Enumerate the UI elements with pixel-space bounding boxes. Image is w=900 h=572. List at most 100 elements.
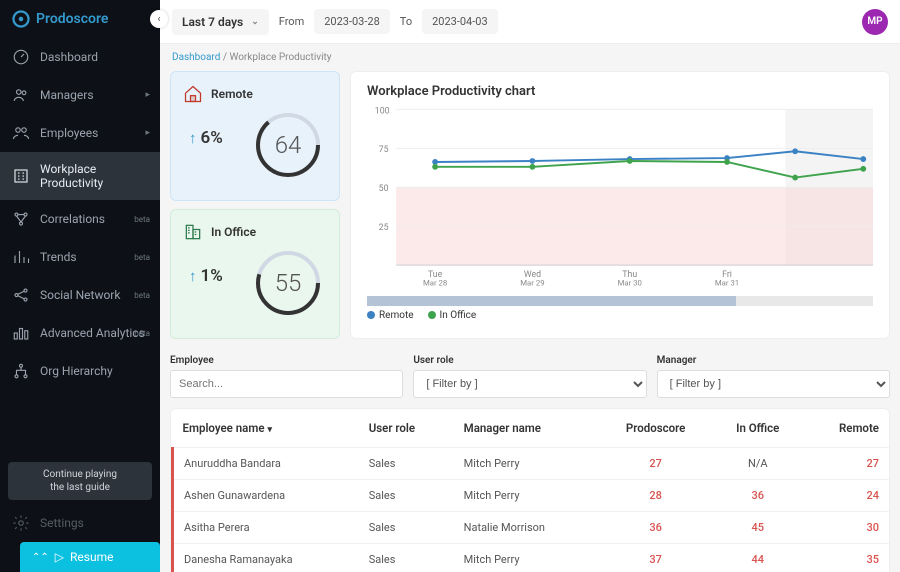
guide-tooltip: Continue playing the last guide bbox=[8, 462, 152, 500]
stat-value: 64 bbox=[251, 108, 325, 182]
sidebar-item-label: Social Network bbox=[40, 288, 120, 302]
svg-text:Mar 28: Mar 28 bbox=[423, 279, 447, 287]
to-label: To bbox=[400, 15, 412, 28]
brand-logo[interactable]: Prodoscore bbox=[0, 0, 160, 38]
chart-card: Workplace Productivity chart 100 75 50 2… bbox=[350, 71, 890, 339]
chart-scrollbar[interactable] bbox=[367, 296, 873, 306]
brand-icon bbox=[12, 10, 30, 28]
stat-title: In Office bbox=[211, 225, 256, 239]
sidebar-item-label: Advanced Analytics bbox=[40, 326, 145, 340]
employee-table: Employee name▾ User role Manager name Pr… bbox=[170, 408, 890, 572]
sidebar-collapse-button[interactable]: ‹ bbox=[150, 10, 168, 28]
breadcrumb: Dashboard / Workplace Productivity bbox=[170, 44, 890, 71]
chevron-right-icon: ▸ bbox=[145, 128, 150, 138]
brand-name: Prodoscore bbox=[36, 11, 108, 27]
sidebar-item-label: Org Hierarchy bbox=[40, 364, 113, 378]
office-stat-card: In Office ↑1% 55 bbox=[170, 209, 340, 339]
legend-label: Remote bbox=[379, 310, 414, 321]
sidebar-item-org-hierarchy[interactable]: Org Hierarchy bbox=[0, 352, 160, 390]
date-range-selector[interactable]: Last 7 days ⌄ bbox=[172, 9, 269, 35]
topbar: Last 7 days ⌄ From 2023-03-28 To 2023-04… bbox=[160, 0, 900, 44]
remote-stat-card: Remote ↑6% 64 bbox=[170, 71, 340, 201]
avatar-initials: MP bbox=[867, 16, 882, 27]
sidebar-item-advanced-analytics[interactable]: Advanced Analytics beta bbox=[0, 314, 160, 352]
remote-ring: 64 bbox=[251, 108, 325, 182]
stat-title: Remote bbox=[211, 87, 253, 101]
network-icon bbox=[12, 210, 30, 228]
table-row[interactable]: Asitha PereraSalesNatalie Morrison364530 bbox=[173, 512, 890, 544]
arrow-up-icon: ↑ bbox=[189, 267, 197, 285]
scrollbar-thumb[interactable] bbox=[367, 296, 736, 306]
breadcrumb-root[interactable]: Dashboard bbox=[172, 52, 220, 63]
employee-search-input[interactable] bbox=[170, 370, 403, 398]
chart-title: Workplace Productivity chart bbox=[367, 84, 873, 99]
office-icon bbox=[183, 222, 203, 242]
role-filter-select[interactable]: [ Filter by ] bbox=[413, 370, 646, 398]
beta-badge: beta bbox=[134, 291, 150, 300]
people-icon bbox=[12, 124, 30, 142]
table-row[interactable]: Ashen GunawardenaSalesMitch Perry283624 bbox=[173, 480, 890, 512]
breadcrumb-page: Workplace Productivity bbox=[229, 52, 331, 63]
col-prodoscore[interactable]: Prodoscore bbox=[599, 409, 713, 448]
from-date-input[interactable]: 2023-03-28 bbox=[314, 9, 390, 34]
legend-label: In Office bbox=[440, 310, 477, 321]
tooltip-text: the last guide bbox=[18, 481, 142, 494]
main-content: Dashboard / Workplace Productivity Remot… bbox=[160, 44, 900, 572]
office-ring: 55 bbox=[251, 246, 325, 320]
sidebar-item-label: Trends bbox=[40, 250, 77, 264]
svg-text:75: 75 bbox=[379, 145, 389, 155]
avatar[interactable]: MP bbox=[862, 9, 888, 35]
date-range-label: Last 7 days bbox=[182, 15, 243, 29]
sidebar-item-label: Settings bbox=[40, 516, 84, 530]
sidebar-item-label: Correlations bbox=[40, 212, 105, 226]
resume-button[interactable]: ⌃⌃ ▷ Resume bbox=[20, 542, 160, 572]
play-icon: ▷ bbox=[55, 550, 64, 564]
filter-label-manager: Manager bbox=[657, 355, 890, 366]
filter-label-employee: Employee bbox=[170, 355, 403, 366]
col-remote[interactable]: Remote bbox=[803, 409, 889, 448]
house-icon bbox=[183, 84, 203, 104]
chart-icon bbox=[12, 248, 30, 266]
sidebar-item-dashboard[interactable]: Dashboard bbox=[0, 38, 160, 76]
col-employee-name[interactable]: Employee name▾ bbox=[173, 409, 359, 448]
table-row[interactable]: Anuruddha BandaraSalesMitch Perry27N/A27 bbox=[173, 448, 890, 480]
beta-badge: beta bbox=[134, 329, 150, 338]
svg-text:Mar 30: Mar 30 bbox=[618, 279, 642, 287]
col-in-office[interactable]: In Office bbox=[713, 409, 803, 448]
chevron-down-icon: ⌄ bbox=[251, 17, 259, 27]
users-icon bbox=[12, 86, 30, 104]
col-manager[interactable]: Manager name bbox=[454, 409, 599, 448]
sidebar-item-managers[interactable]: Managers ▸ bbox=[0, 76, 160, 114]
stat-delta-value: 6% bbox=[201, 128, 223, 148]
svg-text:Mar 29: Mar 29 bbox=[520, 279, 544, 287]
svg-text:Mar 31: Mar 31 bbox=[715, 279, 739, 287]
stat-delta-value: 1% bbox=[201, 266, 223, 286]
table-row[interactable]: Danesha RamanayakaSalesMitch Perry374435 bbox=[173, 544, 890, 572]
from-date-value: 2023-03-28 bbox=[324, 15, 380, 28]
gear-icon bbox=[12, 514, 30, 532]
svg-text:25: 25 bbox=[379, 223, 389, 233]
sort-arrow-down-icon: ▾ bbox=[268, 425, 273, 435]
svg-text:50: 50 bbox=[379, 184, 389, 194]
beta-badge: beta bbox=[134, 253, 150, 262]
stat-value: 55 bbox=[251, 246, 325, 320]
building-icon bbox=[12, 167, 30, 185]
share-icon bbox=[12, 286, 30, 304]
sidebar-item-workplace-productivity[interactable]: Workplace Productivity bbox=[0, 152, 160, 200]
svg-text:100: 100 bbox=[375, 107, 390, 116]
sidebar-item-correlations[interactable]: Correlations beta bbox=[0, 200, 160, 238]
filter-bar: Employee User role [ Filter by ] Manager… bbox=[170, 355, 890, 398]
sidebar-item-social-network[interactable]: Social Network beta bbox=[0, 276, 160, 314]
beta-badge: beta bbox=[134, 215, 150, 224]
productivity-chart: 100 75 50 25 TueMar 28 WedMar 29 ThuMar … bbox=[367, 107, 873, 287]
col-user-role[interactable]: User role bbox=[359, 409, 454, 448]
manager-filter-select[interactable]: [ Filter by ] bbox=[657, 370, 890, 398]
sidebar-item-trends[interactable]: Trends beta bbox=[0, 238, 160, 276]
sidebar-item-settings[interactable]: Settings bbox=[0, 504, 160, 542]
sidebar-item-label: Employees bbox=[40, 126, 98, 140]
tooltip-text: Continue playing bbox=[18, 468, 142, 481]
sidebar-item-employees[interactable]: Employees ▸ bbox=[0, 114, 160, 152]
legend-dot-office bbox=[428, 311, 436, 319]
sidebar-item-label: Managers bbox=[40, 88, 94, 102]
to-date-input[interactable]: 2023-04-03 bbox=[422, 9, 498, 34]
